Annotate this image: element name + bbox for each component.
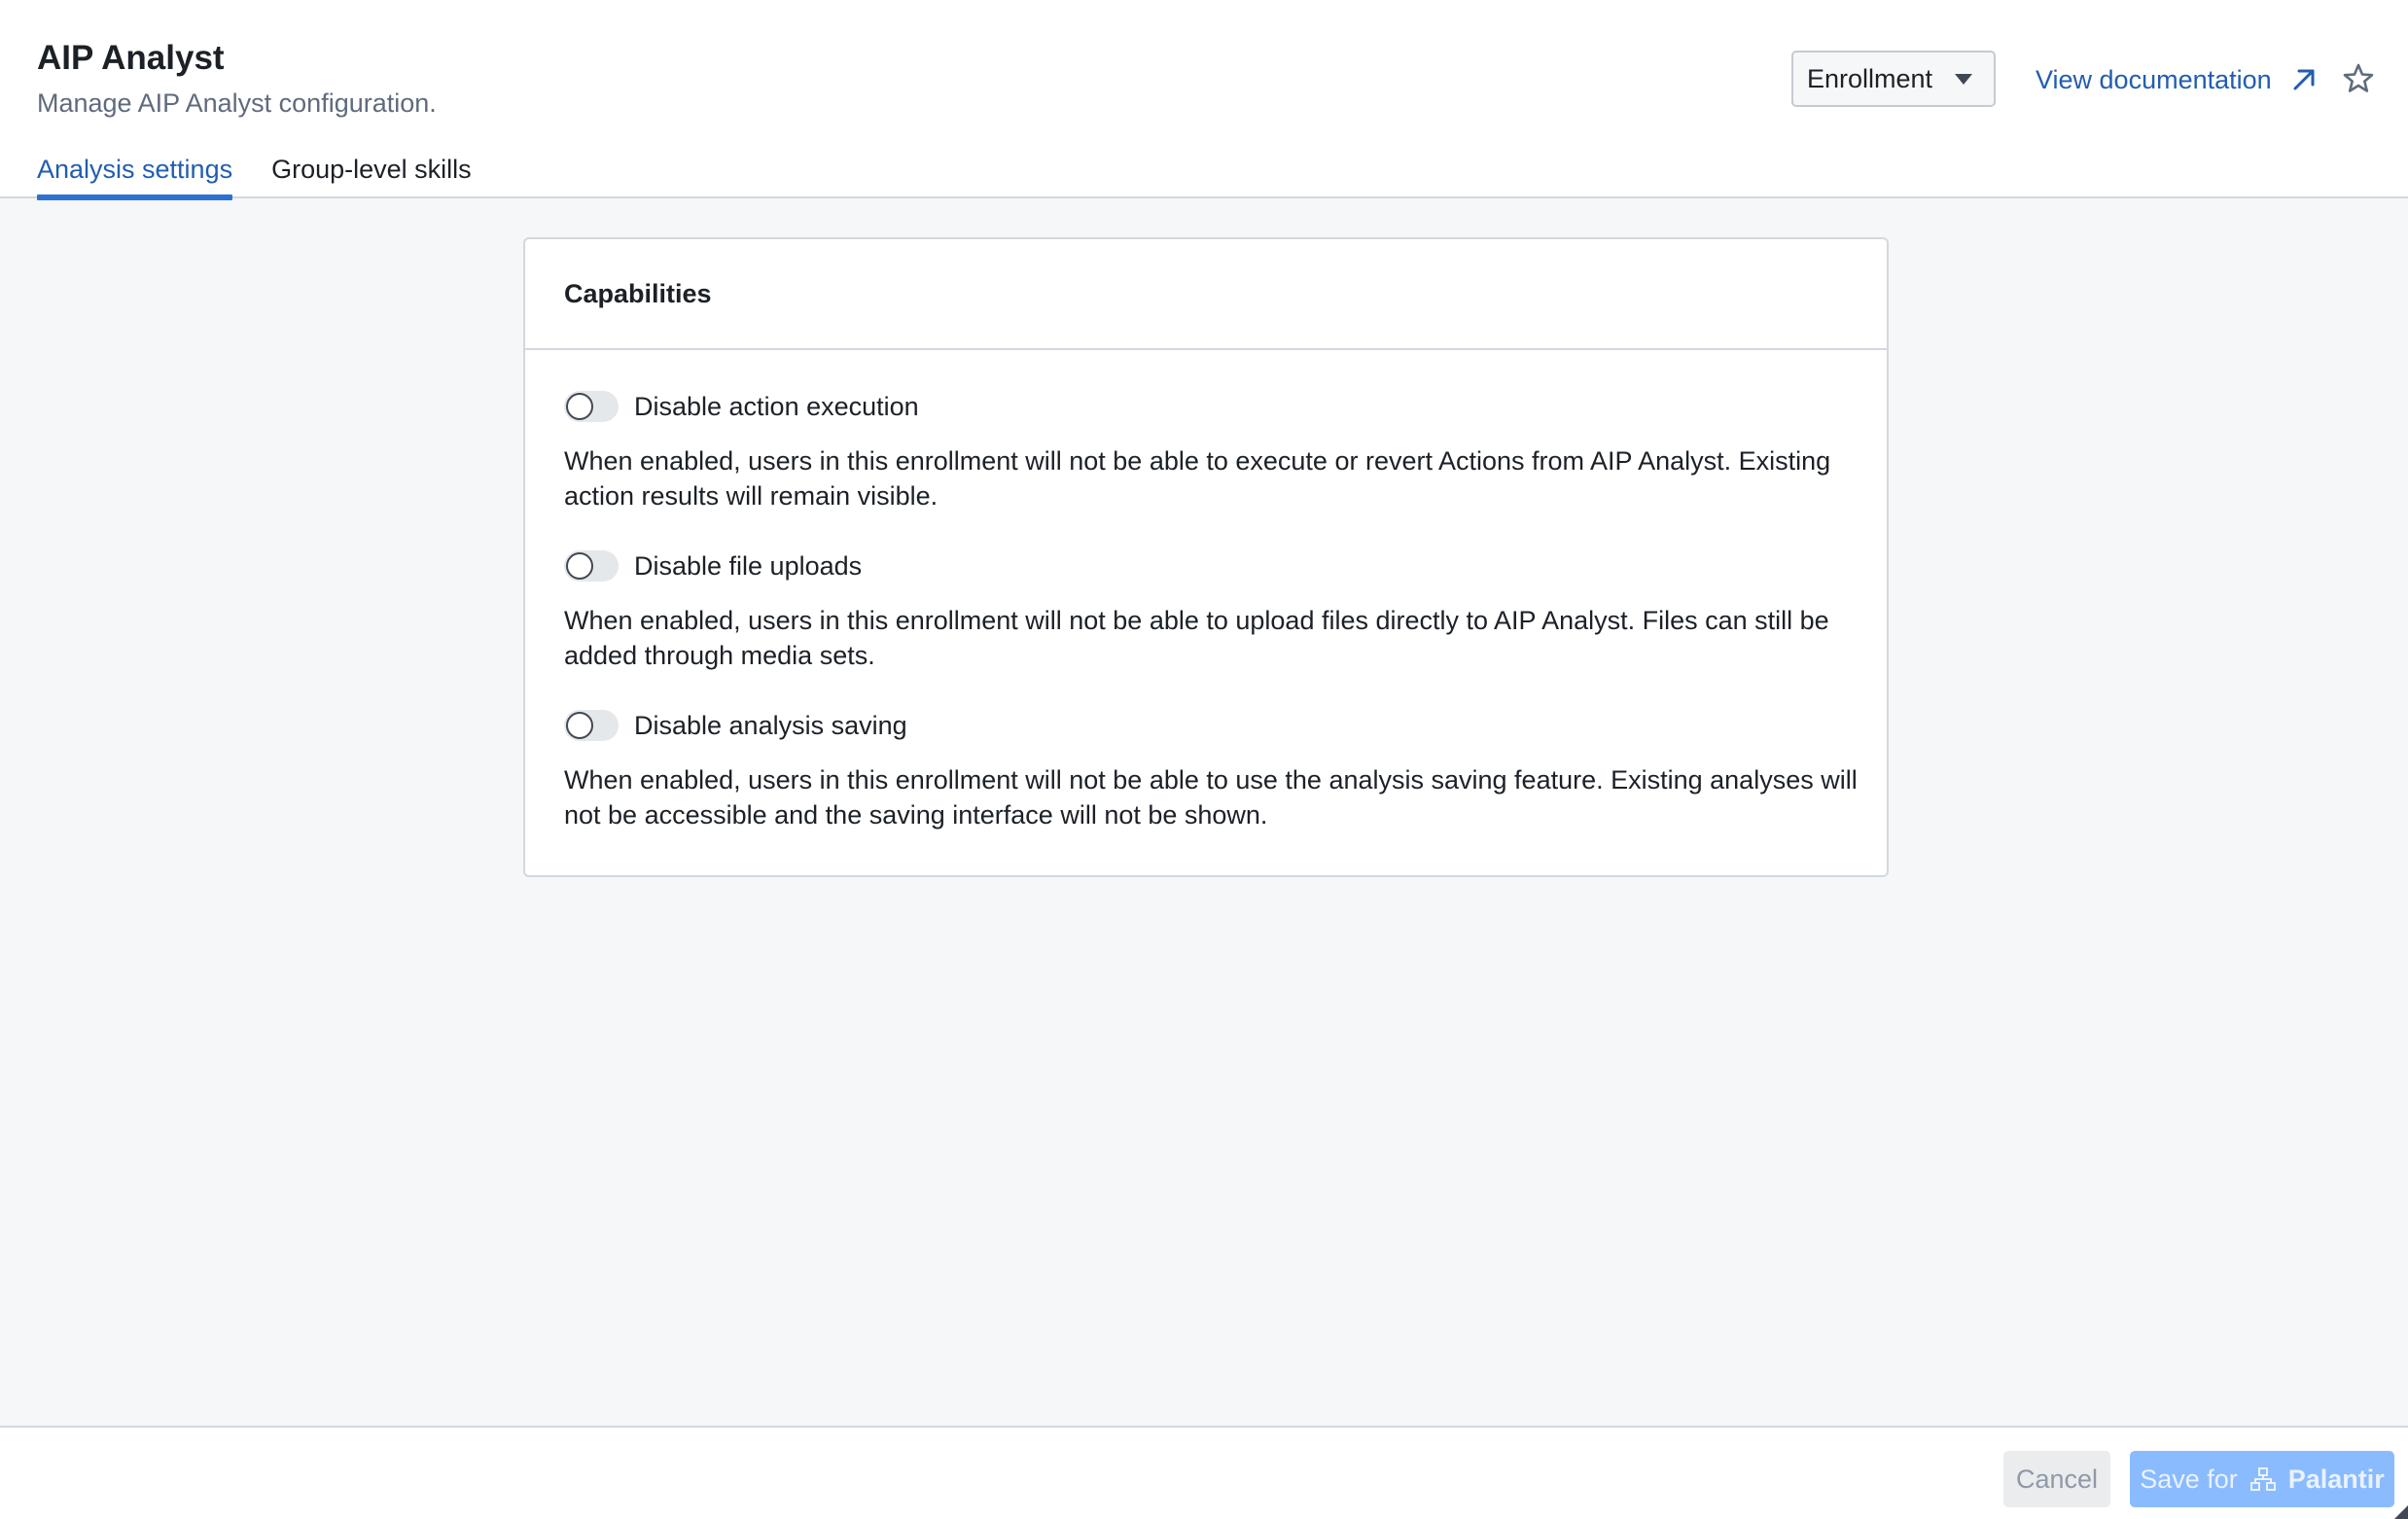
switch-knob (566, 712, 593, 739)
footer-bar: Cancel Save for Palantir (0, 1426, 2408, 1519)
disable-file-uploads-description: When enabled, users in this enrollment w… (564, 606, 1829, 670)
capabilities-title: Capabilities (564, 279, 712, 308)
switch-knob (566, 552, 593, 580)
disable-analysis-saving-label: Disable analysis saving (634, 711, 907, 740)
setting-disable-action-execution: Disable action execution When enabled, u… (564, 387, 1858, 513)
disable-analysis-saving-switch[interactable] (564, 710, 619, 741)
switch-knob (566, 393, 593, 420)
resize-handle[interactable] (2394, 1505, 2408, 1519)
toggle-row: Disable action execution (564, 387, 1858, 426)
disable-file-uploads-label: Disable file uploads (634, 551, 863, 581)
save-button-org: Palantir (2287, 1464, 2385, 1494)
toggle-row: Disable file uploads (564, 547, 1858, 585)
capabilities-card-header: Capabilities (525, 239, 1887, 350)
caret-down-icon (1955, 74, 1972, 85)
capabilities-card: Capabilities Disable action execution Wh… (523, 237, 1889, 877)
external-link-icon (2293, 69, 2315, 90)
view-documentation-link[interactable]: View documentation (2036, 58, 2319, 101)
page-title: AIP Analyst (37, 39, 225, 77)
disable-analysis-saving-description: When enabled, users in this enrollment w… (564, 765, 1858, 830)
view-documentation-label: View documentation (2036, 64, 2272, 94)
organization-icon (2249, 1467, 2276, 1491)
disable-action-execution-label: Disable action execution (634, 392, 919, 421)
page-subtitle: Manage AIP Analyst configuration. (37, 88, 437, 118)
setting-disable-file-uploads: Disable file uploads When enabled, users… (564, 547, 1858, 673)
toggle-row: Disable analysis saving (564, 706, 1858, 745)
tab-analysis-settings[interactable]: Analysis settings (37, 148, 233, 200)
save-button-prefix: Save for (2140, 1464, 2238, 1494)
disable-action-execution-description: When enabled, users in this enrollment w… (564, 446, 1831, 511)
star-icon[interactable] (2342, 62, 2375, 95)
page-header: AIP Analyst Manage AIP Analyst configura… (0, 0, 2408, 200)
tab-bar: Analysis settings Group-level skills (37, 148, 511, 200)
disable-action-execution-switch[interactable] (564, 391, 619, 422)
cancel-button[interactable]: Cancel (2003, 1451, 2110, 1507)
scope-select[interactable]: Enrollment (1791, 51, 1996, 107)
scope-select-value: Enrollment (1807, 63, 1933, 93)
disable-file-uploads-switch[interactable] (564, 550, 619, 582)
save-button[interactable]: Save for Palantir (2130, 1451, 2394, 1507)
setting-disable-analysis-saving: Disable analysis saving When enabled, us… (564, 706, 1858, 832)
tab-group-level-skills[interactable]: Group-level skills (271, 148, 472, 198)
